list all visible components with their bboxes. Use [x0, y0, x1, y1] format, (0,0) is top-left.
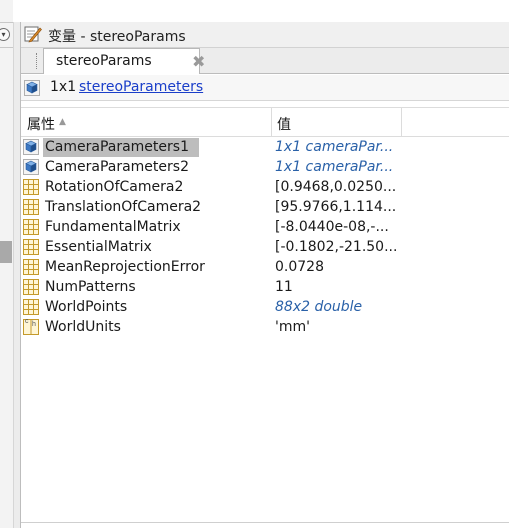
- column-header-property[interactable]: 属性 ▲: [21, 108, 272, 136]
- property-name: EssentialMatrix: [45, 238, 152, 255]
- left-panel-divider: [0, 22, 13, 23]
- property-name-cell[interactable]: EssentialMatrix: [21, 237, 154, 257]
- property-name-cell[interactable]: NumPatterns: [21, 277, 138, 297]
- property-name-cell[interactable]: RotationOfCamera2: [21, 177, 185, 197]
- property-name: WorldPoints: [45, 298, 128, 315]
- pencil-variable-icon: [24, 26, 42, 43]
- property-table-body: CameraParameters1 1x1 cameraPar... CameraP…: [21, 137, 509, 337]
- property-name: FundamentalMatrix: [45, 218, 181, 235]
- window-title: 变量 - stereoParams: [48, 29, 186, 45]
- left-panel-divider: [0, 47, 13, 48]
- table-row[interactable]: NumPatterns 11: [21, 277, 509, 297]
- column-header-property-label: 属性: [27, 117, 55, 133]
- property-name-cell[interactable]: CameraParameters1: [21, 137, 199, 157]
- matrix-grid-icon: [23, 259, 39, 275]
- tab-strip: stereoParams ✖: [21, 48, 509, 74]
- matrix-grid-icon: [23, 299, 39, 315]
- property-value[interactable]: [-0.1802,-21.50...: [275, 237, 405, 257]
- property-value[interactable]: 88x2 double: [275, 297, 405, 317]
- table-row[interactable]: EssentialMatrix [-0.1802,-21.50...: [21, 237, 509, 257]
- matrix-grid-icon: [23, 279, 39, 295]
- table-row[interactable]: TranslationOfCamera2 [95.9766,1.114...: [21, 197, 509, 217]
- property-name: WorldUnits: [45, 318, 121, 335]
- property-value[interactable]: [0.9468,0.0250...: [275, 177, 405, 197]
- property-name: RotationOfCamera2: [45, 178, 184, 195]
- property-name: TranslationOfCamera2: [45, 198, 202, 215]
- matrix-grid-icon: [23, 219, 39, 235]
- property-value[interactable]: 11: [275, 277, 405, 297]
- table-bottom-border: [21, 522, 509, 523]
- table-row[interactable]: c h WorldUnits 'mm': [21, 317, 509, 337]
- property-name: NumPatterns: [45, 278, 136, 295]
- object-cube-icon: [24, 80, 40, 96]
- left-panel-edge: ▾: [0, 0, 13, 528]
- property-name-cell[interactable]: WorldPoints: [21, 297, 129, 317]
- property-name-cell[interactable]: MeanReprojectionError: [21, 257, 207, 277]
- matrix-grid-icon: [23, 199, 39, 215]
- property-name: CameraParameters2: [45, 158, 189, 175]
- table-row[interactable]: WorldPoints 88x2 double: [21, 297, 509, 317]
- sort-ascending-icon: ▲: [59, 117, 66, 127]
- property-value[interactable]: 1x1 cameraPar...: [275, 137, 405, 157]
- table-row[interactable]: MeanReprojectionError 0.0728: [21, 257, 509, 277]
- column-header-value[interactable]: 值: [272, 108, 402, 136]
- variable-summary: 1x1 stereoParameters: [21, 75, 509, 101]
- property-name-cell[interactable]: TranslationOfCamera2: [21, 197, 203, 217]
- object-cube-icon: [23, 139, 39, 155]
- table-header: 属性 ▲ 值: [21, 107, 509, 137]
- table-row[interactable]: FundamentalMatrix [-8.0440e-08,-...: [21, 217, 509, 237]
- variable-size: 1x1: [50, 79, 77, 95]
- variable-editor-titlebar: 变量 - stereoParams: [21, 22, 509, 48]
- tab-grip-handle[interactable]: [36, 53, 39, 69]
- property-name: CameraParameters1: [43, 137, 199, 157]
- property-name-cell[interactable]: CameraParameters2: [21, 157, 191, 177]
- property-name: MeanReprojectionError: [45, 258, 205, 275]
- property-value[interactable]: 0.0728: [275, 257, 405, 277]
- close-icon[interactable]: ✖: [192, 52, 205, 71]
- property-value[interactable]: 'mm': [275, 317, 405, 337]
- column-header-value-label: 值: [277, 117, 291, 133]
- table-row[interactable]: CameraParameters1 1x1 cameraPar...: [21, 137, 509, 157]
- table-row[interactable]: RotationOfCamera2 [0.9468,0.0250...: [21, 177, 509, 197]
- object-cube-icon: [23, 159, 39, 175]
- class-name-link[interactable]: stereoParameters: [79, 79, 203, 95]
- matrix-grid-icon: [23, 179, 39, 195]
- panel-actions-button[interactable]: ▾: [0, 28, 10, 41]
- table-row[interactable]: CameraParameters2 1x1 cameraPar...: [21, 157, 509, 177]
- tab-label: stereoParams: [56, 53, 152, 69]
- tab-stereoParams[interactable]: stereoParams ✖: [43, 48, 205, 74]
- panel-splitter[interactable]: [13, 22, 21, 528]
- variable-editor: 变量 - stereoParams stereoParams ✖ 1x1 ste…: [21, 22, 509, 528]
- char-array-icon: ch: [23, 318, 39, 335]
- property-name-cell[interactable]: FundamentalMatrix: [21, 217, 183, 237]
- property-name-cell[interactable]: c h WorldUnits: [21, 317, 123, 337]
- matrix-grid-icon: [23, 239, 39, 255]
- property-value[interactable]: 1x1 cameraPar...: [275, 157, 405, 177]
- property-value[interactable]: [-8.0440e-08,-...: [275, 217, 405, 237]
- property-value[interactable]: [95.9766,1.114...: [275, 197, 405, 217]
- left-panel-selection[interactable]: [0, 241, 12, 263]
